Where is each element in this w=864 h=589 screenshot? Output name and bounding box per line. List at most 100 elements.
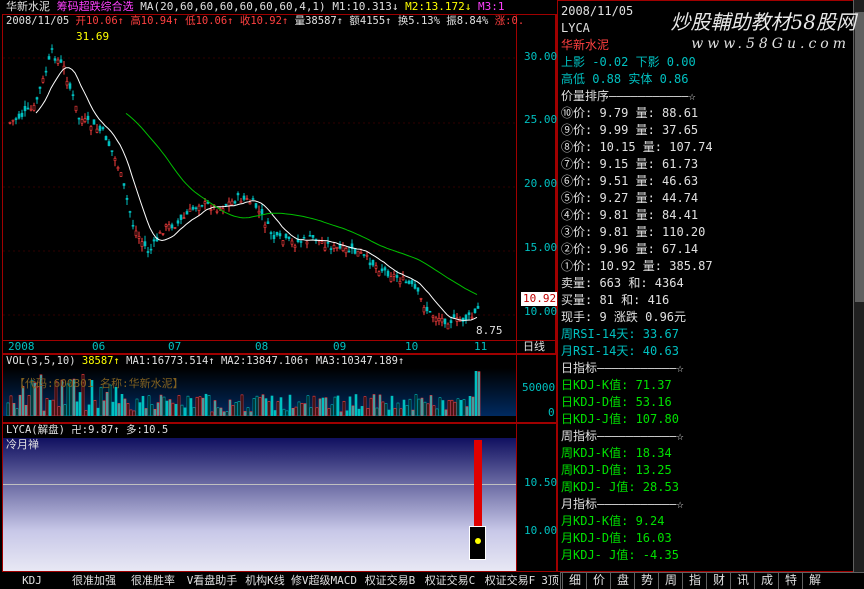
ma-params: MA(20,60,60,60,60,60,60,4,1) — [140, 0, 326, 13]
scrollbar-thumb[interactable] — [855, 12, 864, 302]
volume-bar — [243, 411, 247, 416]
volume-bar — [408, 398, 412, 416]
volume-bar — [429, 395, 433, 416]
y-tick-25: 25.00 — [524, 113, 558, 126]
candlestick-chart[interactable] — [3, 28, 516, 340]
tab-super-macd[interactable]: 修V超级MACD — [288, 572, 361, 589]
tab-top3[interactable]: 3顶 — [540, 572, 561, 589]
x-tick-08: 08 — [255, 340, 269, 353]
volume-bar — [129, 409, 133, 416]
candle-body — [272, 234, 276, 240]
candle-body — [263, 224, 267, 228]
candle-body — [59, 59, 63, 63]
stock-name[interactable]: 华新水泥 — [6, 0, 50, 13]
volume-bar — [450, 399, 454, 416]
btn-index[interactable]: 指 — [682, 572, 707, 589]
candle-body — [143, 241, 147, 247]
side-shadow: 上影 -0.02 下影 0.00 — [561, 55, 696, 69]
btn-detail[interactable]: 细 — [562, 572, 587, 589]
candle-body — [80, 119, 84, 124]
candle-body — [260, 209, 264, 215]
candle-body — [347, 250, 351, 253]
volume-bar — [324, 397, 328, 416]
period-label[interactable]: 日线 — [523, 340, 545, 354]
candle-body — [74, 105, 78, 111]
volume-bar — [348, 396, 352, 416]
candle-body — [104, 136, 108, 141]
candle-body — [356, 250, 360, 257]
tab-very-accurate-winrate[interactable]: 很准胜率 — [124, 572, 183, 589]
volume-bar — [219, 407, 223, 416]
btn-trend[interactable]: 势 — [634, 572, 659, 589]
candle-body — [179, 214, 183, 220]
volume-bar — [267, 401, 271, 416]
volume-bar — [153, 409, 157, 416]
btn-week[interactable]: 周 — [658, 572, 683, 589]
volume-bar — [387, 409, 391, 416]
tab-very-accurate-plus[interactable]: 很准加强 — [64, 572, 125, 589]
volume-bar — [171, 402, 175, 416]
candle-body — [374, 265, 378, 269]
volume-bar — [234, 402, 238, 416]
volume-bar — [114, 386, 118, 416]
volume-bar — [18, 394, 22, 416]
candle-body — [113, 157, 117, 161]
btn-price[interactable]: 价 — [586, 572, 611, 589]
candle-body — [251, 198, 255, 200]
btn-plate[interactable]: 盘 — [610, 572, 635, 589]
rank-row-9: ⑨价: 9.99 量: 37.65 — [561, 123, 699, 137]
x-tick-07: 07 — [168, 340, 182, 353]
candle-body — [416, 287, 420, 292]
volume-bar — [27, 395, 31, 416]
x-tick-2008: 2008 — [8, 340, 35, 353]
volume-bar — [12, 403, 16, 416]
candle-body — [335, 247, 339, 249]
side-scrollbar[interactable] — [853, 0, 864, 572]
btn-analysis[interactable]: 解 — [802, 572, 827, 589]
ma-long-line — [125, 112, 478, 296]
candle-body — [359, 252, 363, 254]
amplitude-label: 振8.84% — [446, 15, 489, 27]
vol-y-tick-0: 0 — [548, 406, 555, 419]
candle-body — [422, 307, 426, 313]
lyca-header: LYCA(解盘) 卍:9.87↑ 多:10.5 — [6, 423, 168, 437]
btn-news[interactable]: 讯 — [730, 572, 755, 589]
candle-body — [395, 275, 399, 278]
candle-body — [362, 254, 366, 256]
rsi-week: 周RSI-14天: 33.67 — [561, 327, 679, 341]
candle-body — [176, 220, 180, 224]
candle-body — [365, 254, 369, 257]
volume-bars[interactable] — [3, 368, 516, 416]
candle-body — [290, 240, 294, 245]
candle-body — [407, 280, 411, 284]
candle-body — [248, 202, 252, 205]
tab-warrant-f[interactable]: 权证交易F — [480, 572, 541, 589]
candle-body — [239, 200, 243, 203]
candle-body — [131, 224, 135, 227]
volume-bar — [351, 405, 355, 416]
volume-bar — [186, 395, 190, 416]
tab-institution-k[interactable]: 机构K线 — [242, 572, 289, 589]
volume-bar — [396, 402, 400, 416]
candle-body — [56, 59, 60, 64]
btn-finance[interactable]: 财 — [706, 572, 731, 589]
candle-body — [77, 117, 81, 120]
week-kdj-k: 周KDJ-K值: 18.34 — [561, 446, 672, 460]
tab-warrant-b[interactable]: 权证交易B — [360, 572, 421, 589]
btn-deal[interactable]: 成 — [754, 572, 779, 589]
candle-body — [302, 237, 306, 239]
volume-bar — [195, 396, 199, 416]
tab-warrant-c[interactable]: 权证交易C — [420, 572, 481, 589]
indicator-name[interactable]: 筹码超跌综合选 — [57, 0, 134, 13]
tab-v-assistant[interactable]: V看盘助手 — [182, 572, 243, 589]
candle-body — [437, 317, 441, 322]
volume-bar — [6, 402, 10, 416]
section-week: 周指标———————————☆ — [561, 429, 684, 443]
y-tick-15: 15.00 — [524, 241, 558, 254]
btn-special[interactable]: 特 — [778, 572, 803, 589]
candle-body — [458, 320, 462, 322]
volume-bar — [423, 401, 427, 416]
side-date: 2008/11/05 — [561, 4, 634, 18]
tab-kdj[interactable]: KDJ — [0, 572, 65, 589]
month-kdj-j: 月KDJ- J值: -4.35 — [561, 548, 679, 562]
